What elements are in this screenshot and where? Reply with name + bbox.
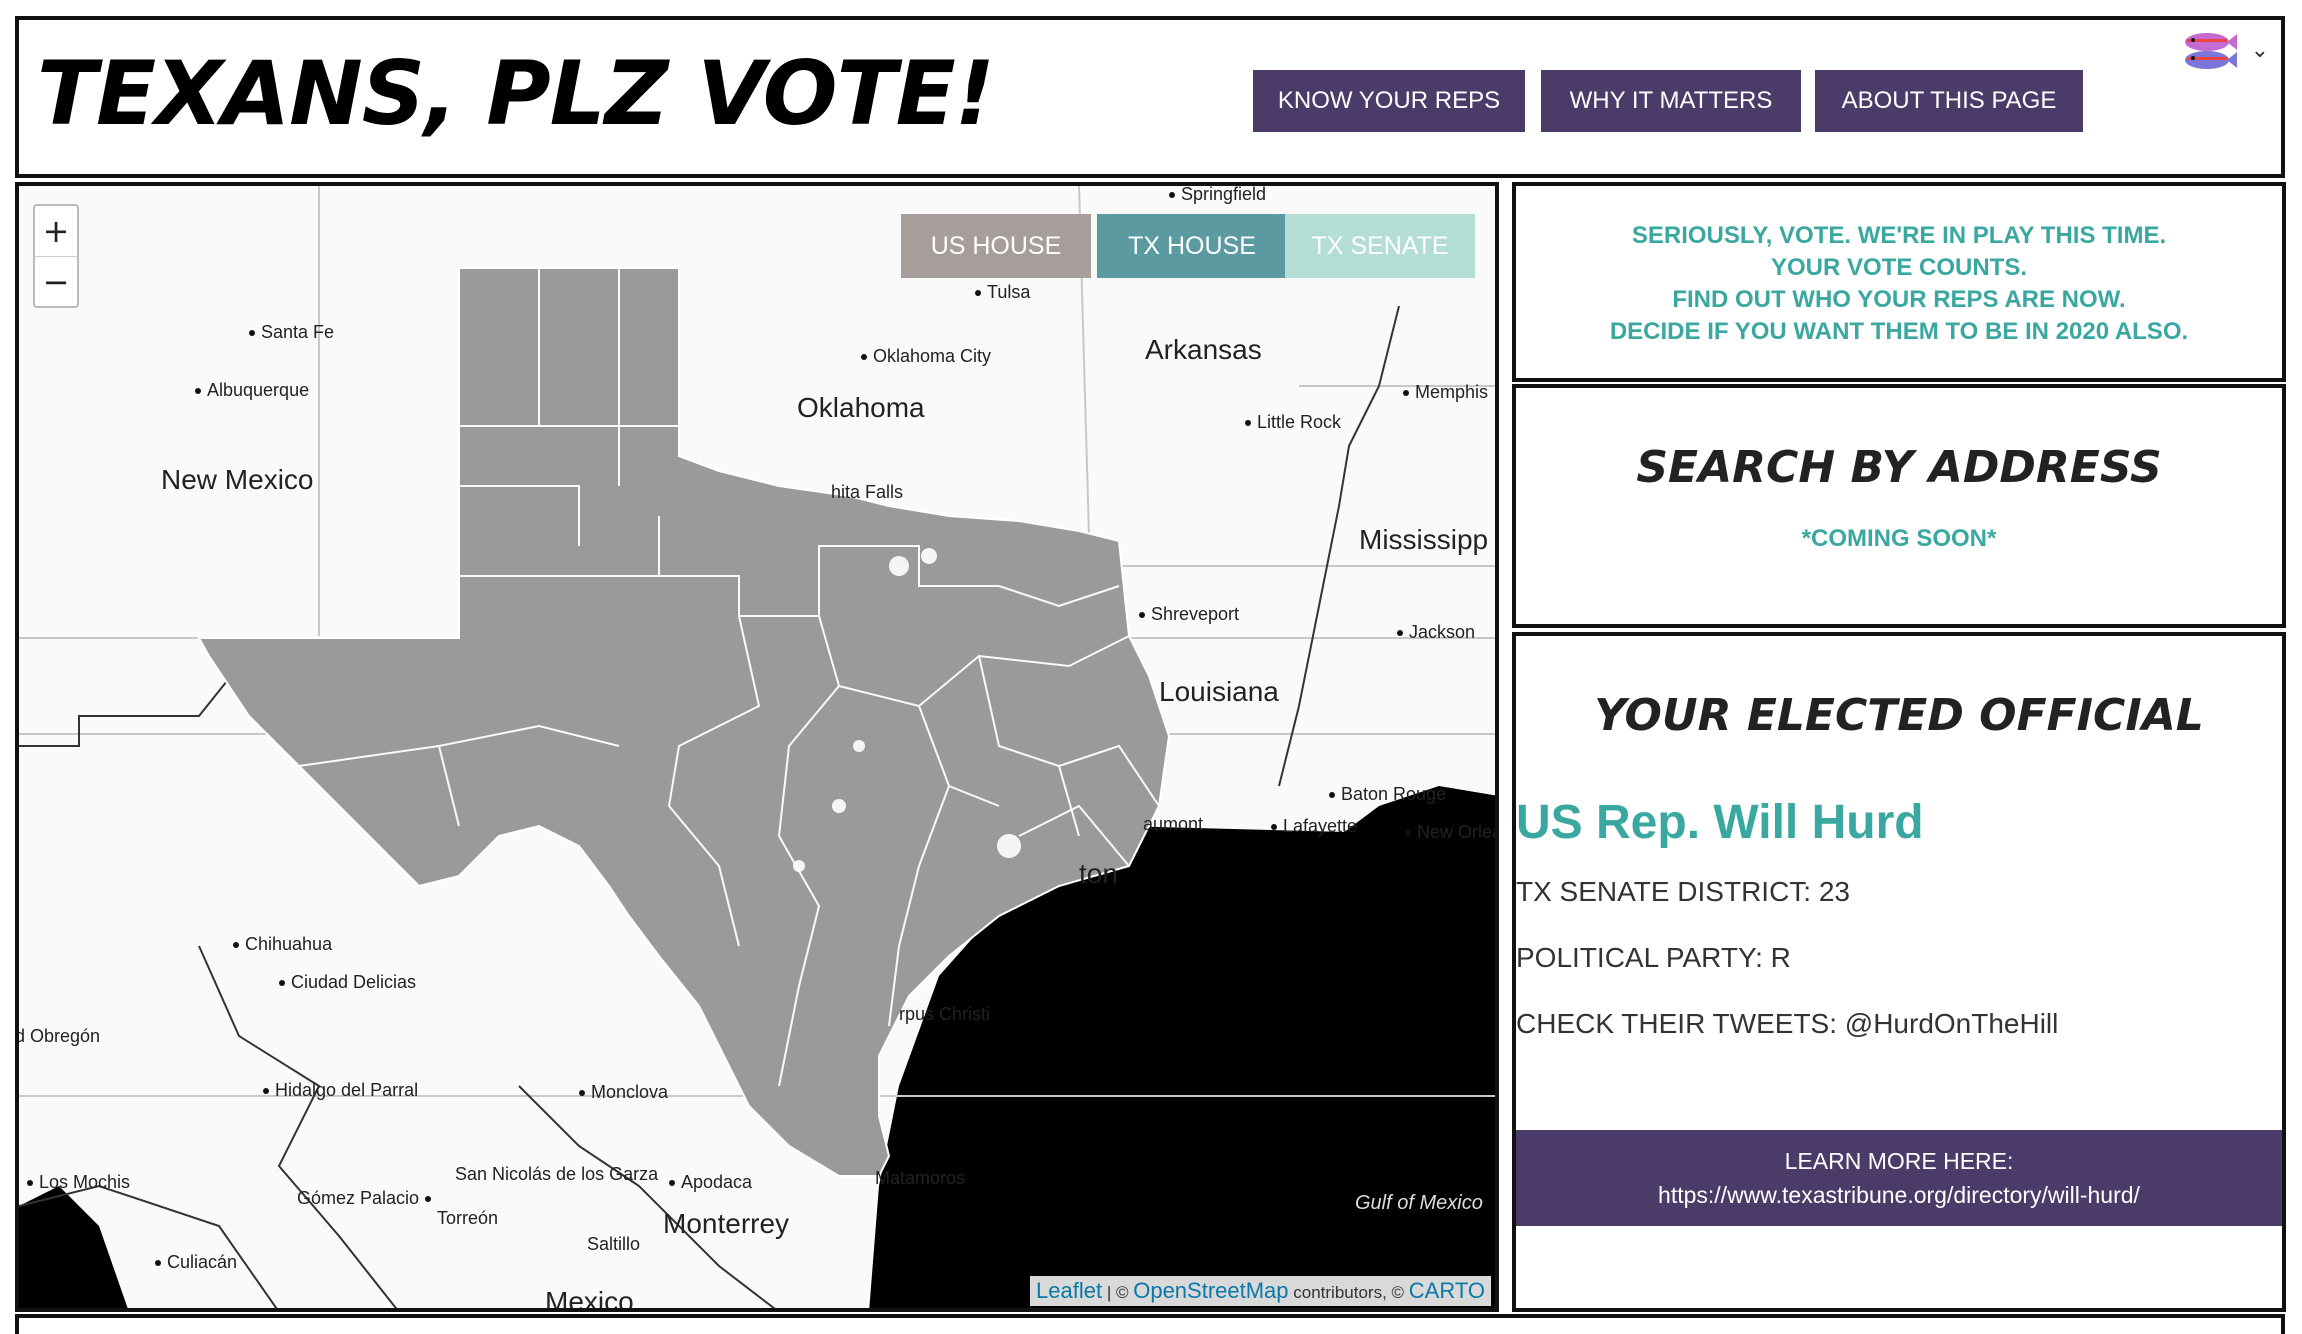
map-city-label: Tulsa [975,282,1030,303]
map-city-label: Lafayette [1271,816,1357,837]
map-city-label: Saltillo [587,1234,641,1254]
official-heading: YOUR ELECTED OFFICIAL [1594,690,2204,741]
site-title: TEXANS, PLZ VOTE! [37,42,995,145]
map-city-label: Torreón [437,1208,499,1228]
rep-district: TX SENATE DISTRICT: 23 [1516,876,1850,907]
nav-about-this-page[interactable]: ABOUT THIS PAGE [1815,70,2083,132]
official-panel: YOUR ELECTED OFFICIAL US Rep. Will Hurd … [1512,632,2286,1312]
map-city-label: Santa Fe [249,322,334,343]
map-city-label: Hidalgo del Parral [263,1080,418,1101]
chevron-down-icon[interactable]: ⌄ [2251,38,2269,63]
map-city-label: Matamoros [875,1168,966,1188]
site-header: TEXANS, PLZ VOTE! KNOW YOUR REPS WHY IT … [15,16,2285,178]
map-state-label: Oklahoma [797,392,925,423]
map-state-label: Louisiana [1159,676,1279,707]
map-city-label: Los Mochis [27,1172,130,1193]
map-state-label: New Mexico [161,464,314,495]
map-city-label: Little Rock [1245,412,1341,433]
map-city-label: Ciudad Delicias [279,972,416,993]
map-city-label: Albuquerque [195,380,309,401]
map-water-label: Gulf of Mexico [1355,1192,1483,1214]
layer-tx-senate-button[interactable]: TX SENATE [1285,214,1475,278]
map-city-label: aumont [1143,814,1204,834]
rep-name: US Rep. Will Hurd [1516,796,1924,849]
search-heading: SEARCH BY ADDRESS [1636,442,2162,493]
coming-soon-note: *COMING SOON* [1801,525,1997,552]
map-city-label: Jackson [1397,622,1475,643]
map-city-label: New Orlea [1405,822,1495,843]
learn-more-banner[interactable]: LEARN MORE HERE: https://www.texastribun… [1516,1130,2282,1226]
layer-us-house-button[interactable]: US HOUSE [901,214,1091,278]
map-city-label: Chihuahua [233,934,332,955]
map-city-label: Monterrey [663,1208,790,1239]
map-tiles [19,186,1495,1308]
search-panel: SEARCH BY ADDRESS *COMING SOON* [1512,384,2286,628]
map-city-label: Apodaca [669,1172,752,1193]
map-city-label: d Obregón [15,1026,101,1046]
fish-logo-icon[interactable] [2179,22,2239,86]
rep-tweets[interactable]: CHECK THEIR TWEETS: @HurdOnTheHill [1516,1008,2282,1040]
layer-tx-house-button[interactable]: TX HOUSE [1097,214,1287,278]
map-city-label: Culiacán [155,1252,237,1273]
vote-notice-panel: SERIOUSLY, VOTE. WE'RE IN PLAY THIS TIME… [1512,182,2286,382]
learn-more-label: LEARN MORE HERE: [1784,1148,2014,1174]
carto-link[interactable]: CARTO [1409,1278,1485,1303]
map-state-label: Mississipp [1359,524,1489,555]
footer-border [15,1314,2285,1334]
map-city-label: ton [1079,858,1118,889]
nav-know-your-reps[interactable]: KNOW YOUR REPS [1253,70,1525,132]
map-state-label: Arkansas [1145,334,1262,365]
map-city-label: San Nicolás de los Garza [455,1164,659,1184]
district-map[interactable]: Springfield Tulsa Santa Fe Oklahoma City… [15,182,1499,1312]
map-city-label: Oklahoma City [861,346,991,367]
zoom-out-button[interactable]: − [35,256,77,307]
learn-more-link[interactable]: https://www.texastribune.org/directory/w… [1516,1178,2282,1212]
map-city-label: Springfield [1169,186,1266,205]
map-city-label: Baton Rouge [1329,784,1446,805]
map-city-label: Memphis [1403,382,1488,403]
rep-party: POLITICAL PARTY: R [1516,942,1791,973]
zoom-in-button[interactable]: + [35,206,77,256]
zoom-control: + − [33,204,79,308]
leaflet-link[interactable]: Leaflet [1036,1278,1102,1303]
vote-notice: SERIOUSLY, VOTE. WE'RE IN PLAY THIS TIME… [1609,222,2189,345]
map-city-label: hita Falls [831,482,904,502]
map-attribution: Leaflet | © OpenStreetMap contributors, … [1030,1276,1491,1306]
map-city-label: Shreveport [1139,604,1239,625]
map-city-label: Gómez Palacio [297,1188,437,1209]
map-state-label: Mexico [545,1286,634,1312]
openstreetmap-link[interactable]: OpenStreetMap [1133,1278,1288,1303]
map-city-label: Monclova [579,1082,668,1103]
map-city-label: rpus Christi [899,1004,991,1024]
nav-why-it-matters[interactable]: WHY IT MATTERS [1541,70,1801,132]
